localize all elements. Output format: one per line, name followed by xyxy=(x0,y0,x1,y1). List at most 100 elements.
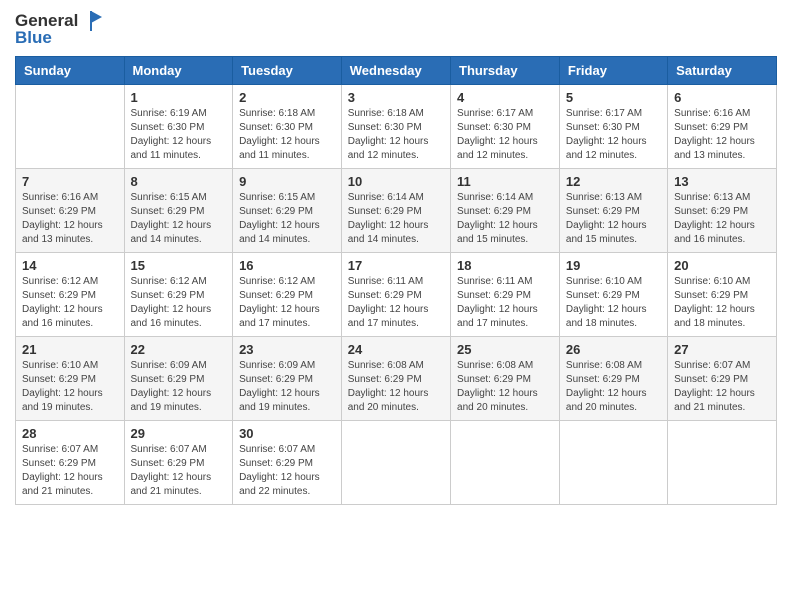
day-number: 25 xyxy=(457,342,553,357)
day-number: 28 xyxy=(22,426,118,441)
day-number: 22 xyxy=(131,342,227,357)
day-info: Sunrise: 6:15 AM Sunset: 6:29 PM Dayligh… xyxy=(131,191,227,247)
calendar-header-monday: Monday xyxy=(124,56,233,84)
day-info: Sunrise: 6:10 AM Sunset: 6:29 PM Dayligh… xyxy=(22,359,118,415)
calendar-cell: 18 Sunrise: 6:11 AM Sunset: 6:29 PM Dayl… xyxy=(451,252,560,336)
day-info: Sunrise: 6:09 AM Sunset: 6:29 PM Dayligh… xyxy=(239,359,335,415)
day-number: 1 xyxy=(131,90,227,105)
calendar-header-friday: Friday xyxy=(559,56,667,84)
calendar-cell xyxy=(559,420,667,504)
calendar-header-tuesday: Tuesday xyxy=(233,56,342,84)
day-number: 26 xyxy=(566,342,661,357)
day-info: Sunrise: 6:12 AM Sunset: 6:29 PM Dayligh… xyxy=(131,275,227,331)
calendar-cell: 22 Sunrise: 6:09 AM Sunset: 6:29 PM Dayl… xyxy=(124,336,233,420)
calendar-cell: 26 Sunrise: 6:08 AM Sunset: 6:29 PM Dayl… xyxy=(559,336,667,420)
day-number: 17 xyxy=(348,258,444,273)
calendar-cell: 21 Sunrise: 6:10 AM Sunset: 6:29 PM Dayl… xyxy=(16,336,125,420)
day-info: Sunrise: 6:13 AM Sunset: 6:29 PM Dayligh… xyxy=(674,191,770,247)
calendar-week-2: 7 Sunrise: 6:16 AM Sunset: 6:29 PM Dayli… xyxy=(16,168,777,252)
day-info: Sunrise: 6:14 AM Sunset: 6:29 PM Dayligh… xyxy=(457,191,553,247)
calendar-header-sunday: Sunday xyxy=(16,56,125,84)
calendar-cell: 11 Sunrise: 6:14 AM Sunset: 6:29 PM Dayl… xyxy=(451,168,560,252)
logo: General Blue xyxy=(15,10,102,48)
calendar-week-5: 28 Sunrise: 6:07 AM Sunset: 6:29 PM Dayl… xyxy=(16,420,777,504)
day-info: Sunrise: 6:10 AM Sunset: 6:29 PM Dayligh… xyxy=(566,275,661,331)
calendar-cell: 25 Sunrise: 6:08 AM Sunset: 6:29 PM Dayl… xyxy=(451,336,560,420)
day-info: Sunrise: 6:11 AM Sunset: 6:29 PM Dayligh… xyxy=(457,275,553,331)
day-number: 23 xyxy=(239,342,335,357)
calendar-week-3: 14 Sunrise: 6:12 AM Sunset: 6:29 PM Dayl… xyxy=(16,252,777,336)
day-info: Sunrise: 6:13 AM Sunset: 6:29 PM Dayligh… xyxy=(566,191,661,247)
calendar-cell: 6 Sunrise: 6:16 AM Sunset: 6:29 PM Dayli… xyxy=(668,84,777,168)
calendar-cell: 14 Sunrise: 6:12 AM Sunset: 6:29 PM Dayl… xyxy=(16,252,125,336)
day-info: Sunrise: 6:15 AM Sunset: 6:29 PM Dayligh… xyxy=(239,191,335,247)
calendar-cell: 7 Sunrise: 6:16 AM Sunset: 6:29 PM Dayli… xyxy=(16,168,125,252)
day-info: Sunrise: 6:11 AM Sunset: 6:29 PM Dayligh… xyxy=(348,275,444,331)
calendar-cell: 19 Sunrise: 6:10 AM Sunset: 6:29 PM Dayl… xyxy=(559,252,667,336)
day-info: Sunrise: 6:07 AM Sunset: 6:29 PM Dayligh… xyxy=(22,443,118,499)
calendar-table: SundayMondayTuesdayWednesdayThursdayFrid… xyxy=(15,56,777,505)
day-info: Sunrise: 6:07 AM Sunset: 6:29 PM Dayligh… xyxy=(674,359,770,415)
day-info: Sunrise: 6:12 AM Sunset: 6:29 PM Dayligh… xyxy=(239,275,335,331)
day-number: 9 xyxy=(239,174,335,189)
day-number: 27 xyxy=(674,342,770,357)
day-number: 14 xyxy=(22,258,118,273)
day-number: 12 xyxy=(566,174,661,189)
calendar-cell: 27 Sunrise: 6:07 AM Sunset: 6:29 PM Dayl… xyxy=(668,336,777,420)
calendar-cell: 9 Sunrise: 6:15 AM Sunset: 6:29 PM Dayli… xyxy=(233,168,342,252)
calendar-cell: 12 Sunrise: 6:13 AM Sunset: 6:29 PM Dayl… xyxy=(559,168,667,252)
calendar-header-wednesday: Wednesday xyxy=(341,56,450,84)
day-number: 7 xyxy=(22,174,118,189)
logo-container: General Blue xyxy=(15,10,102,48)
calendar-header-saturday: Saturday xyxy=(668,56,777,84)
day-info: Sunrise: 6:12 AM Sunset: 6:29 PM Dayligh… xyxy=(22,275,118,331)
calendar-cell: 4 Sunrise: 6:17 AM Sunset: 6:30 PM Dayli… xyxy=(451,84,560,168)
calendar-cell: 2 Sunrise: 6:18 AM Sunset: 6:30 PM Dayli… xyxy=(233,84,342,168)
calendar-cell: 8 Sunrise: 6:15 AM Sunset: 6:29 PM Dayli… xyxy=(124,168,233,252)
calendar-cell xyxy=(341,420,450,504)
day-info: Sunrise: 6:16 AM Sunset: 6:29 PM Dayligh… xyxy=(22,191,118,247)
calendar-cell xyxy=(451,420,560,504)
calendar-cell: 15 Sunrise: 6:12 AM Sunset: 6:29 PM Dayl… xyxy=(124,252,233,336)
calendar-cell: 16 Sunrise: 6:12 AM Sunset: 6:29 PM Dayl… xyxy=(233,252,342,336)
day-number: 15 xyxy=(131,258,227,273)
day-number: 19 xyxy=(566,258,661,273)
day-info: Sunrise: 6:18 AM Sunset: 6:30 PM Dayligh… xyxy=(348,107,444,163)
day-number: 13 xyxy=(674,174,770,189)
calendar-cell: 5 Sunrise: 6:17 AM Sunset: 6:30 PM Dayli… xyxy=(559,84,667,168)
day-info: Sunrise: 6:07 AM Sunset: 6:29 PM Dayligh… xyxy=(239,443,335,499)
day-number: 2 xyxy=(239,90,335,105)
day-number: 21 xyxy=(22,342,118,357)
day-info: Sunrise: 6:17 AM Sunset: 6:30 PM Dayligh… xyxy=(457,107,553,163)
day-info: Sunrise: 6:16 AM Sunset: 6:29 PM Dayligh… xyxy=(674,107,770,163)
calendar-cell: 30 Sunrise: 6:07 AM Sunset: 6:29 PM Dayl… xyxy=(233,420,342,504)
day-number: 20 xyxy=(674,258,770,273)
day-number: 5 xyxy=(566,90,661,105)
calendar-cell: 29 Sunrise: 6:07 AM Sunset: 6:29 PM Dayl… xyxy=(124,420,233,504)
day-number: 18 xyxy=(457,258,553,273)
day-info: Sunrise: 6:07 AM Sunset: 6:29 PM Dayligh… xyxy=(131,443,227,499)
calendar-cell: 13 Sunrise: 6:13 AM Sunset: 6:29 PM Dayl… xyxy=(668,168,777,252)
day-info: Sunrise: 6:08 AM Sunset: 6:29 PM Dayligh… xyxy=(348,359,444,415)
page-header: General Blue xyxy=(15,10,777,48)
calendar-cell: 17 Sunrise: 6:11 AM Sunset: 6:29 PM Dayl… xyxy=(341,252,450,336)
calendar-cell: 24 Sunrise: 6:08 AM Sunset: 6:29 PM Dayl… xyxy=(341,336,450,420)
day-number: 3 xyxy=(348,90,444,105)
calendar-cell xyxy=(668,420,777,504)
day-info: Sunrise: 6:19 AM Sunset: 6:30 PM Dayligh… xyxy=(131,107,227,163)
day-info: Sunrise: 6:18 AM Sunset: 6:30 PM Dayligh… xyxy=(239,107,335,163)
calendar-header-row: SundayMondayTuesdayWednesdayThursdayFrid… xyxy=(16,56,777,84)
day-info: Sunrise: 6:09 AM Sunset: 6:29 PM Dayligh… xyxy=(131,359,227,415)
calendar-header-thursday: Thursday xyxy=(451,56,560,84)
calendar-cell: 1 Sunrise: 6:19 AM Sunset: 6:30 PM Dayli… xyxy=(124,84,233,168)
day-number: 24 xyxy=(348,342,444,357)
day-info: Sunrise: 6:17 AM Sunset: 6:30 PM Dayligh… xyxy=(566,107,661,163)
day-number: 10 xyxy=(348,174,444,189)
calendar-week-1: 1 Sunrise: 6:19 AM Sunset: 6:30 PM Dayli… xyxy=(16,84,777,168)
calendar-cell: 3 Sunrise: 6:18 AM Sunset: 6:30 PM Dayli… xyxy=(341,84,450,168)
day-number: 4 xyxy=(457,90,553,105)
day-info: Sunrise: 6:14 AM Sunset: 6:29 PM Dayligh… xyxy=(348,191,444,247)
day-number: 30 xyxy=(239,426,335,441)
day-number: 16 xyxy=(239,258,335,273)
calendar-cell: 28 Sunrise: 6:07 AM Sunset: 6:29 PM Dayl… xyxy=(16,420,125,504)
